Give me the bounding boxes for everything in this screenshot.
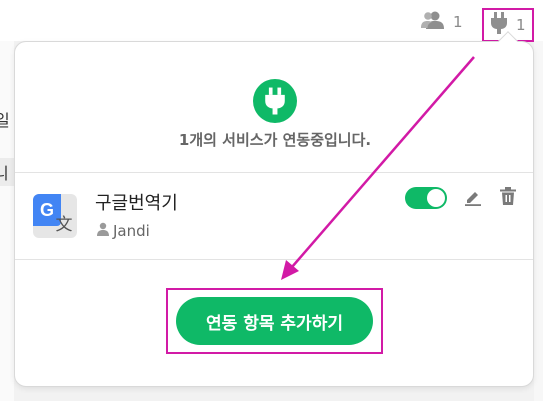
background-page-left: 일 — [0, 41, 14, 401]
add-button-highlight: 연동 항목 추가하기 — [166, 288, 383, 354]
members-icon — [421, 10, 445, 34]
service-name: 구글번역기 — [95, 193, 178, 214]
owner-name: Jandi — [113, 222, 150, 240]
app-icon-glyph: 文 — [55, 214, 73, 235]
service-row: G 文 구글번역기 Jandi — [15, 173, 533, 261]
service-enabled-toggle[interactable] — [405, 187, 447, 209]
divider — [15, 259, 533, 260]
background-text: 니 — [0, 164, 9, 183]
add-integration-button[interactable]: 연동 항목 추가하기 — [176, 297, 373, 345]
toggle-knob — [427, 189, 445, 207]
edit-icon[interactable] — [464, 188, 482, 210]
background-row-highlight: 니 — [0, 158, 14, 186]
background-page-right — [534, 41, 543, 401]
trash-icon[interactable] — [500, 187, 516, 209]
integration-status-text: 1개의 서비스가 연동중입니다. — [178, 131, 372, 149]
background-text: 일 — [0, 111, 10, 130]
integrations-count: 1 — [516, 16, 526, 34]
integrations-popover: 1개의 서비스가 연동중입니다. G 文 구글번역기 Jandi 연동 항목 추… — [14, 31, 534, 387]
members-count: 1 — [453, 13, 463, 31]
user-icon — [97, 222, 109, 240]
service-owner: Jandi — [97, 222, 150, 240]
members-button[interactable]: 1 — [421, 10, 463, 34]
google-translate-icon: G 文 — [33, 194, 77, 238]
plug-status-icon — [253, 79, 297, 123]
